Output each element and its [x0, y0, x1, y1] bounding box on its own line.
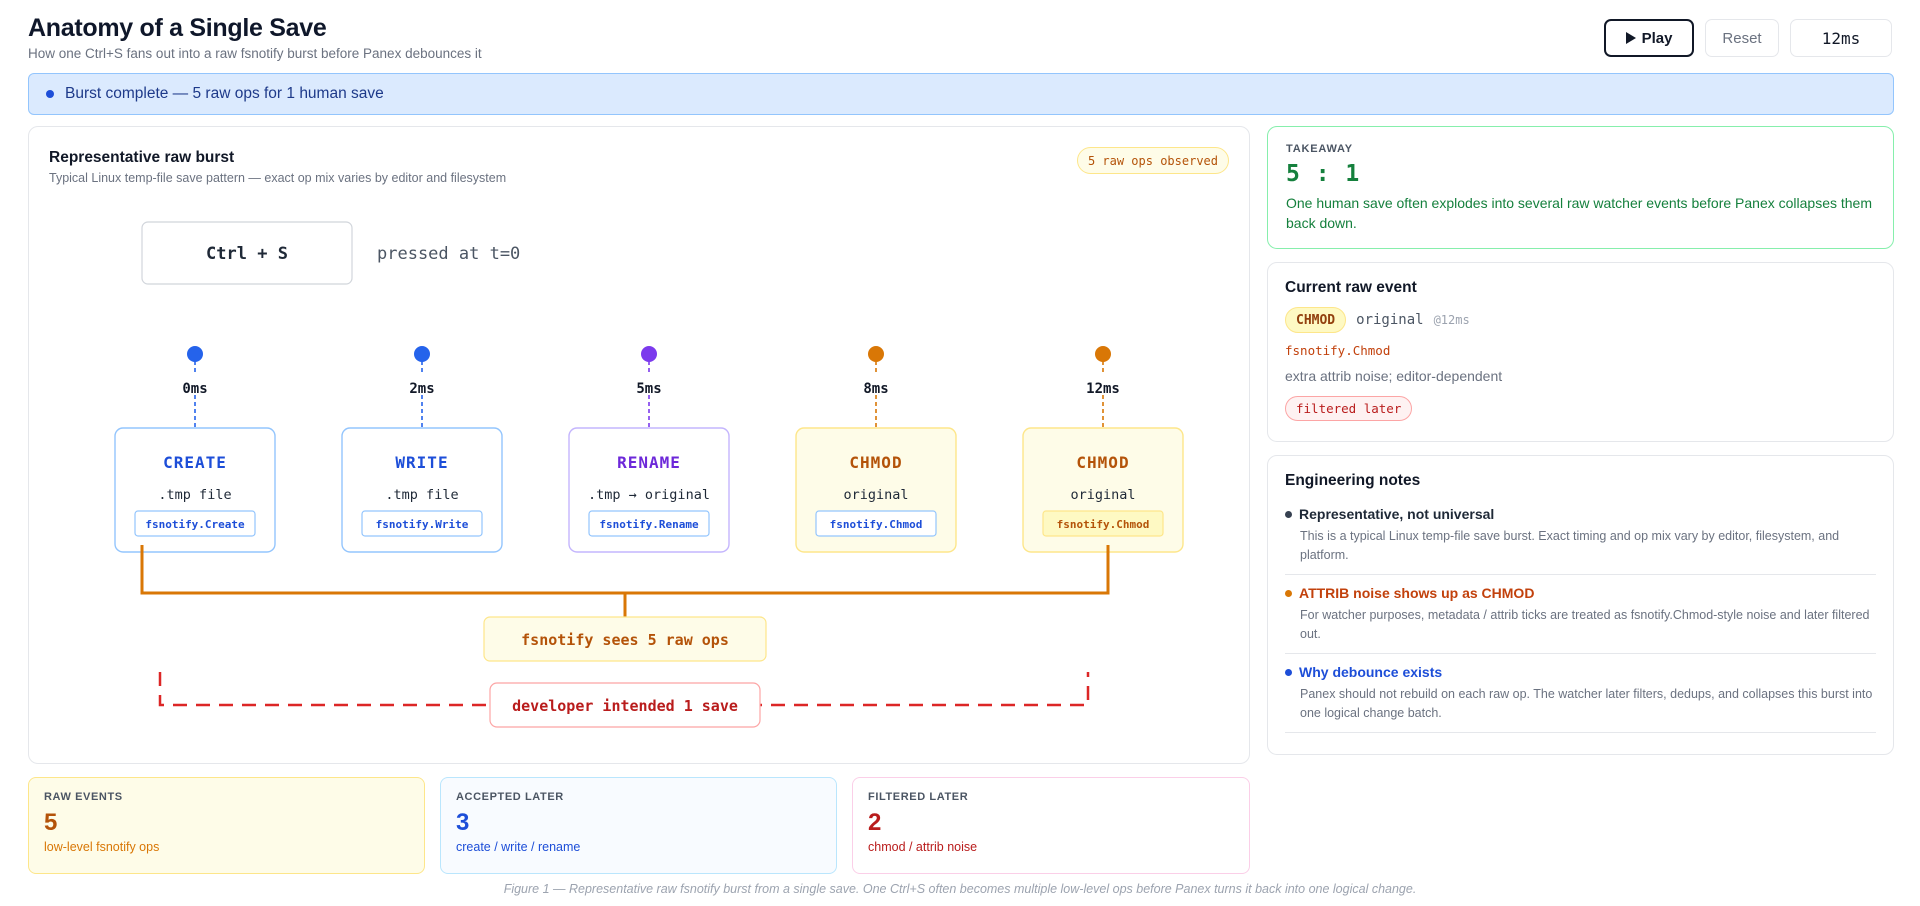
current-event-description: extra attrib noise; editor-dependent	[1285, 368, 1503, 384]
note-bullet-icon	[1285, 510, 1292, 518]
stat-note: chmod / attrib noise	[868, 840, 978, 854]
status-banner: Burst complete — 5 raw ops for 1 human s…	[28, 73, 1894, 115]
current-event-time: @12ms	[1433, 313, 1470, 327]
event-op-label: CREATE	[163, 453, 227, 472]
event-time-label: 12ms	[1086, 381, 1120, 397]
filtered-later-stat: FILTERED LATER 2 chmod / attrib noise	[852, 777, 1250, 874]
takeaway-card: TAKEAWAY 5 : 1 One human save often expl…	[1267, 126, 1894, 249]
event-time-label: 0ms	[182, 381, 207, 397]
stat-value: 3	[456, 809, 470, 836]
pressed-text: pressed at t=0	[377, 244, 520, 264]
intended-label: developer intended 1 save	[512, 697, 738, 715]
event-dot	[1095, 346, 1111, 362]
note-heading-text: ATTRIB noise shows up as CHMOD	[1299, 585, 1535, 601]
event-api-label: fsnotify.Chmod	[830, 518, 923, 531]
current-event-target: original	[1356, 312, 1424, 328]
note-item: Representative, not universal This is a …	[1285, 496, 1876, 575]
play-icon	[1625, 32, 1636, 44]
event-dot	[641, 346, 657, 362]
current-event-status-badge: filtered later	[1285, 396, 1413, 421]
stat-label: RAW EVENTS	[44, 791, 123, 803]
note-heading-text: Representative, not universal	[1299, 506, 1495, 522]
note-heading: Representative, not universal	[1285, 506, 1876, 522]
stat-label: FILTERED LATER	[868, 791, 969, 803]
note-heading-text: Why debounce exists	[1299, 664, 1443, 680]
takeaway-label: TAKEAWAY	[1286, 143, 1353, 155]
header: Anatomy of a Single Save How one Ctrl+S …	[28, 14, 1892, 62]
engineering-notes-card: Engineering notes Representative, not un…	[1267, 455, 1894, 755]
event-api-label: fsnotify.Rename	[599, 518, 699, 531]
event-op-label: CHMOD	[1076, 453, 1129, 472]
event-target-label: .tmp file	[158, 487, 231, 503]
event-target-label: original	[1070, 487, 1135, 503]
burst-diagram: Ctrl + S pressed at t=0 0ms CREATE .tmp fi…	[114, 221, 1184, 728]
event-dot	[414, 346, 430, 362]
fsnotify-sees-label: fsnotify sees 5 raw ops	[521, 631, 729, 649]
playback-controls: Play Reset 12ms	[1604, 19, 1892, 57]
event-time-label: 5ms	[636, 381, 661, 397]
stat-value: 5	[44, 809, 58, 836]
event-target-label: .tmp file	[385, 487, 458, 503]
note-bullet-icon	[1285, 589, 1292, 597]
current-event-api: fsnotify.Chmod	[1285, 343, 1391, 358]
event-time-label: 2ms	[409, 381, 434, 397]
takeaway-body: One human save often explodes into sever…	[1286, 195, 1872, 231]
play-button[interactable]: Play	[1604, 19, 1694, 57]
note-heading: Why debounce exists	[1285, 664, 1876, 680]
note-bullet-icon	[1285, 668, 1292, 676]
current-event-op-badge: CHMOD	[1285, 307, 1347, 333]
event-api-label: fsnotify.Write	[376, 518, 469, 531]
reset-button[interactable]: Reset	[1705, 19, 1779, 57]
stat-note: low-level fsnotify ops	[44, 840, 160, 854]
event-time-label: 8ms	[863, 381, 888, 397]
note-body: This is a typical Linux temp-file save b…	[1300, 529, 1840, 562]
event-dot	[868, 346, 884, 362]
events-layer: 0ms CREATE .tmp file fsnotify.Create 2ms WRIT…	[114, 346, 1184, 553]
event-op-label: WRITE	[395, 453, 448, 472]
status-dot-icon	[46, 90, 54, 98]
status-banner-text: Burst complete — 5 raw ops for 1 human s…	[65, 85, 384, 102]
stat-value: 2	[868, 809, 882, 836]
play-label: Play	[1641, 29, 1673, 47]
note-body: Panex should not rebuild on each raw op.…	[1300, 687, 1873, 720]
figure-caption: Figure 1 — Representative raw fsnotify b…	[503, 882, 1417, 896]
notes-title: Engineering notes	[1285, 472, 1421, 489]
stat-note: create / write / rename	[456, 840, 581, 854]
burst-panel: Representative raw burst Typical Linux t…	[28, 126, 1250, 764]
keypress-label: Ctrl + S	[206, 244, 288, 264]
note-item: ATTRIB noise shows up as CHMOD For watch…	[1285, 575, 1876, 654]
accepted-later-stat: ACCEPTED LATER 3 create / write / rename	[440, 777, 837, 874]
time-readout: 12ms	[1790, 19, 1892, 57]
current-event-title: Current raw event	[1285, 279, 1417, 296]
note-item: Why debounce exists Panex should not reb…	[1285, 654, 1876, 733]
event-op-label: RENAME	[617, 453, 681, 472]
takeaway-ratio: 5 : 1	[1286, 161, 1361, 187]
current-event-card: Current raw event CHMOD original @12ms f…	[1267, 262, 1894, 442]
event-op-label: CHMOD	[849, 453, 902, 472]
event-api-label: fsnotify.Chmod	[1057, 518, 1150, 531]
current-event-row: CHMOD original @12ms	[1285, 307, 1876, 333]
raw-events-stat: RAW EVENTS 5 low-level fsnotify ops	[28, 777, 425, 874]
note-body: For watcher purposes, metadata / attrib …	[1300, 608, 1870, 641]
event-dot	[187, 346, 203, 362]
stat-label: ACCEPTED LATER	[456, 791, 564, 803]
event-target-label: .tmp → original	[588, 487, 710, 503]
event-target-label: original	[843, 487, 908, 503]
note-heading: ATTRIB noise shows up as CHMOD	[1285, 585, 1876, 601]
event-api-label: fsnotify.Create	[145, 518, 245, 531]
